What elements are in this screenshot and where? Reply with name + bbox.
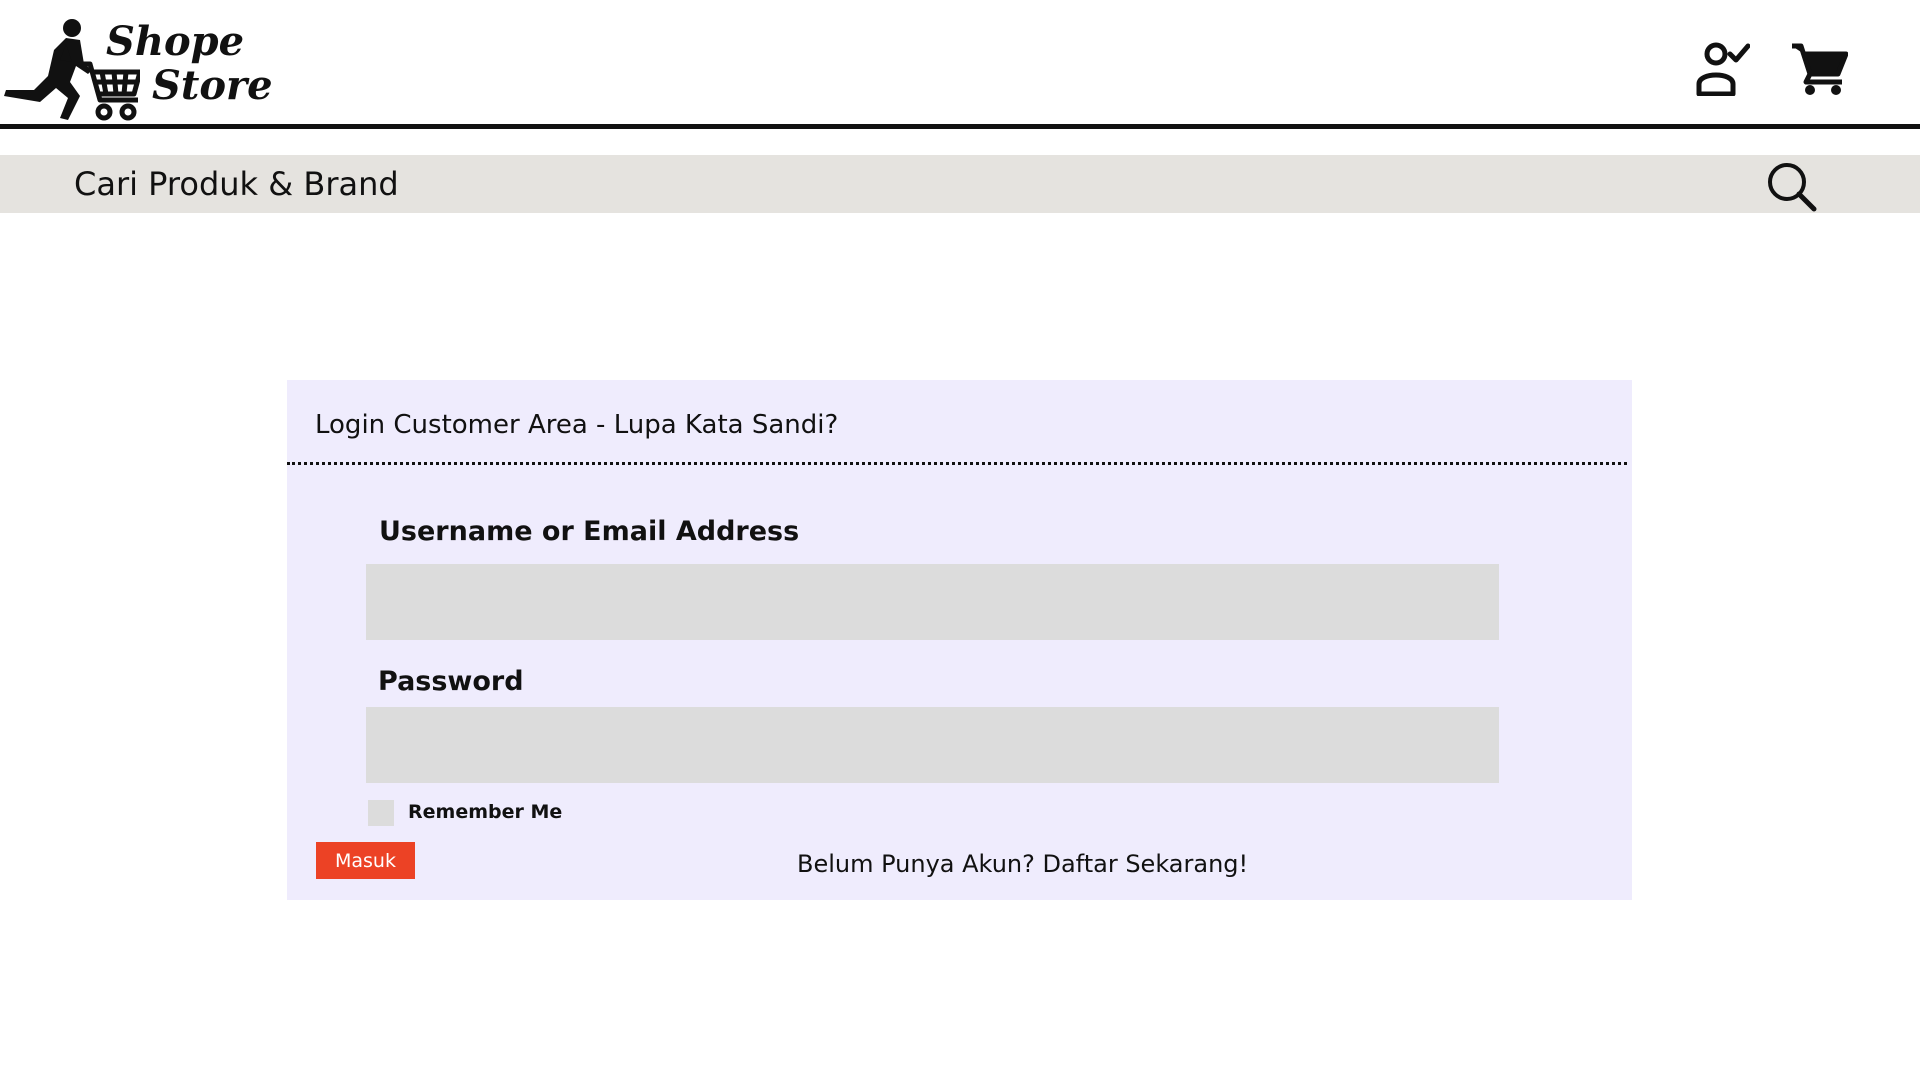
shope-store-logo[interactable]: Shope Store [0, 16, 273, 122]
logo-text-line1: Shope [106, 18, 245, 65]
title-separator: - [587, 410, 614, 440]
login-card: Login Customer Area - Lupa Kata Sandi? U… [287, 380, 1632, 900]
login-title: Login Customer Area [315, 410, 588, 440]
search-icon[interactable] [1766, 161, 1818, 213]
title-divider [287, 462, 1627, 465]
password-label: Password [378, 666, 524, 697]
search-input[interactable] [74, 159, 1734, 209]
username-input[interactable] [366, 564, 1499, 640]
search-bar [0, 155, 1920, 213]
password-input[interactable] [366, 707, 1499, 783]
username-label: Username or Email Address [379, 516, 800, 547]
logo-text-line2: Store [152, 62, 273, 109]
user-check-icon[interactable] [1694, 40, 1751, 97]
shopping-cart-icon[interactable] [1790, 42, 1849, 96]
login-card-title: Login Customer Area - Lupa Kata Sandi? [315, 410, 838, 440]
remember-me-checkbox[interactable] [368, 800, 394, 826]
remember-me-label[interactable]: Remember Me [408, 801, 562, 823]
register-link[interactable]: Belum Punya Akun? Daftar Sekarang! [797, 850, 1248, 878]
login-submit-button[interactable]: Masuk [316, 842, 415, 879]
site-header: Shope Store [0, 0, 1920, 129]
header-divider [0, 124, 1920, 129]
forgot-password-link[interactable]: Lupa Kata Sandi? [614, 410, 839, 440]
